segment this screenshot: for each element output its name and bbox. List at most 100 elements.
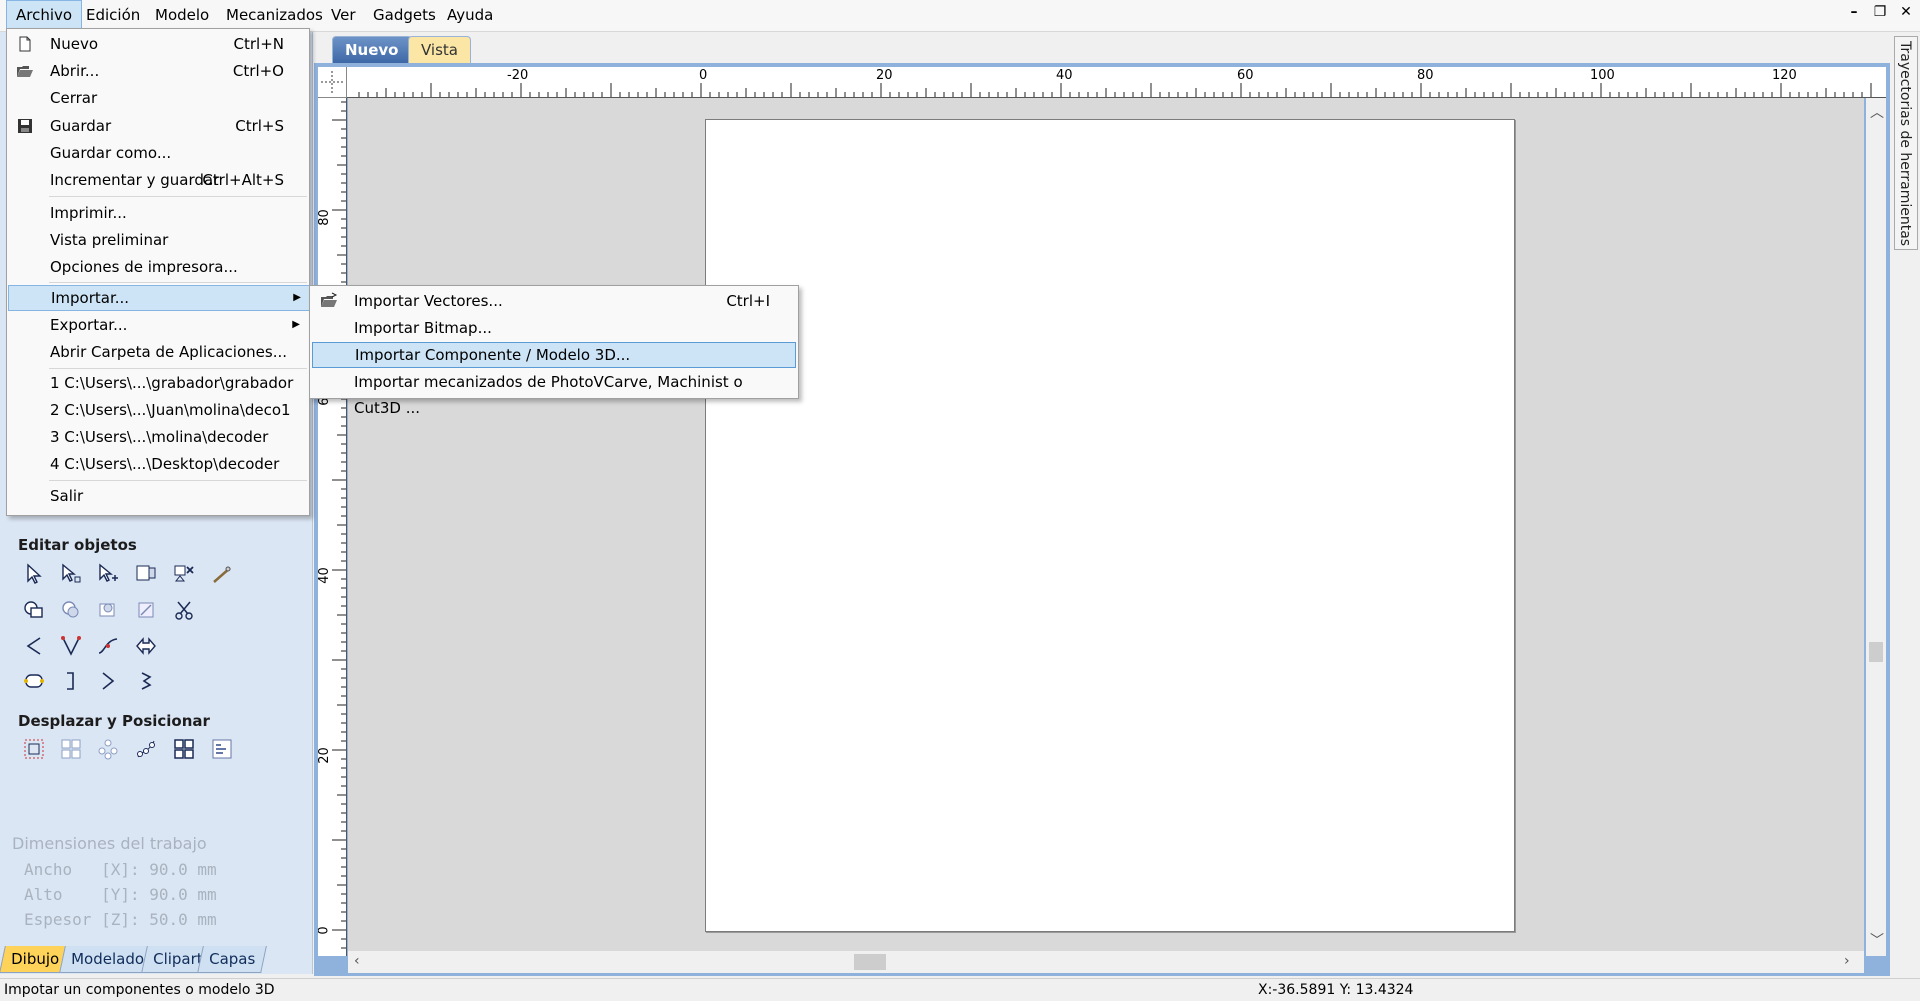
menu-item-recent-4[interactable]: 4 C:\Users\...\Desktop\decoder: [8, 451, 308, 477]
import-submenu: Importar Vectores... Ctrl+I Importar Bitm…: [309, 285, 799, 417]
offset-tool-icon[interactable]: [132, 596, 160, 624]
horizontal-scroll-thumb[interactable]: [854, 954, 886, 970]
menu-edicion[interactable]: Edición: [77, 0, 149, 31]
new-file-icon: [19, 36, 31, 52]
menu-item-salir[interactable]: Salir: [8, 483, 308, 509]
scroll-down-icon[interactable]: ﹀: [1870, 930, 1884, 950]
job-dimensions-title: Dimensiones del trabajo: [12, 834, 207, 853]
tab-nuevo[interactable]: Nuevo: [332, 36, 412, 63]
h-ruler-label: 120: [1772, 68, 1797, 83]
h-ruler-label: 40: [1056, 68, 1073, 83]
restore-button[interactable]: ❐: [1872, 4, 1888, 26]
edit-objects-title: Editar objetos: [18, 536, 137, 554]
menu-item-exportar[interactable]: Exportar... ▶: [8, 312, 308, 338]
h-ruler-label: 20: [876, 68, 893, 83]
scroll-left-icon[interactable]: ‹: [354, 953, 360, 969]
vertical-scroll-thumb[interactable]: [1869, 642, 1883, 662]
menu-modelo[interactable]: Modelo: [146, 0, 218, 31]
nesting-icon[interactable]: [170, 735, 198, 763]
join-vectors-icon[interactable]: [132, 632, 160, 660]
menu-separator: [49, 368, 307, 369]
menu-ver[interactable]: Ver: [322, 0, 365, 31]
menu-item-guardar[interactable]: Guardar Ctrl+S: [8, 113, 308, 139]
vertical-ruler-ticks: [332, 101, 346, 949]
v-ruler-label: 20: [318, 747, 332, 764]
cursor-coordinates: X:-36.5891 Y: 13.4324: [1258, 982, 1414, 998]
menu-item-recent-1[interactable]: 1 C:\Users\...\grabador\grabador: [8, 370, 308, 396]
vertical-ruler: 80 60 40 20 0: [318, 98, 347, 956]
h-ruler-label: 100: [1590, 68, 1615, 83]
delete-tool-icon[interactable]: [170, 560, 198, 588]
measure-tool-icon[interactable]: [208, 560, 236, 588]
scale-tool-icon[interactable]: [132, 560, 160, 588]
job-height: Alto [Y]: 90.0 mm: [24, 885, 217, 904]
v-ruler-label: 40: [318, 567, 332, 584]
copy-along-path-icon[interactable]: [132, 735, 160, 763]
minimize-button[interactable]: –: [1846, 4, 1862, 26]
vertical-scrollbar[interactable]: ︿ ﹀: [1866, 98, 1886, 956]
menu-gadgets[interactable]: Gadgets: [364, 0, 445, 31]
subtract-tool-icon[interactable]: [57, 596, 85, 624]
submenu-item-importar-vectores[interactable]: Importar Vectores... Ctrl+I: [312, 288, 794, 314]
weld-tool-icon[interactable]: [20, 596, 48, 624]
circular-array-icon[interactable]: [94, 735, 122, 763]
h-ruler-label: 80: [1417, 68, 1434, 83]
array-copy-icon[interactable]: [57, 735, 85, 763]
extend-vector-icon[interactable]: [57, 667, 85, 695]
job-width: Ancho [X]: 90.0 mm: [24, 860, 217, 879]
arc-vector-icon[interactable]: [94, 667, 122, 695]
menu-archivo[interactable]: Archivo: [6, 0, 83, 31]
close-button[interactable]: ✕: [1898, 4, 1914, 26]
menu-item-recent-2[interactable]: 2 C:\Users\...\Juan\molina\deco1: [8, 397, 308, 423]
menu-separator: [49, 282, 307, 283]
menu-ayuda[interactable]: Ayuda: [438, 0, 502, 31]
menu-item-nuevo[interactable]: Nuevo Ctrl+N: [8, 31, 308, 57]
align-selection-icon[interactable]: [20, 735, 48, 763]
status-message: Impotar un componentes o modelo 3D: [4, 982, 275, 998]
zigzag-vector-icon[interactable]: [132, 667, 160, 695]
select-tool-icon[interactable]: [20, 560, 48, 588]
v-ruler-label: 80: [318, 209, 332, 226]
transform-tool-icon[interactable]: [94, 560, 122, 588]
smooth-curve-icon[interactable]: [94, 632, 122, 660]
node-edit-tool-icon[interactable]: [57, 560, 85, 588]
menu-item-imprimir[interactable]: Imprimir...: [8, 200, 308, 226]
material-sheet[interactable]: [705, 119, 1515, 932]
menu-mecanizados[interactable]: Mecanizados: [217, 0, 332, 31]
intersect-tool-icon[interactable]: [94, 596, 122, 624]
file-menu-dropdown: Nuevo Ctrl+N Abrir... Ctrl+O Cerrar Guarda…: [6, 28, 310, 516]
menu-item-cerrar[interactable]: Cerrar: [8, 85, 308, 111]
h-ruler-label: -20: [507, 68, 529, 83]
trim-tool-icon[interactable]: [170, 596, 198, 624]
menu-item-recent-3[interactable]: 3 C:\Users\...\molina\decoder: [8, 424, 308, 450]
menu-item-incrementar-guardar[interactable]: Incrementar y guardar Ctrl+Alt+S: [8, 167, 308, 193]
menu-item-opciones-impresora[interactable]: Opciones de impresora...: [8, 254, 308, 280]
menu-separator: [49, 196, 307, 197]
close-vector-icon[interactable]: [20, 667, 48, 695]
save-icon: [18, 119, 32, 133]
horizontal-scrollbar[interactable]: ‹ ›: [348, 951, 1864, 973]
h-ruler-label: 0: [699, 68, 708, 83]
menu-item-importar[interactable]: Importar... ▶: [8, 285, 310, 311]
menu-item-vista-preliminar[interactable]: Vista preliminar: [8, 227, 308, 253]
left-panel-tabs: Dibujo Modelado Clipart Capas: [0, 946, 312, 973]
toolpaths-dock-tab[interactable]: Trayectorias de herramientas: [1894, 36, 1918, 250]
tab-vista-3d[interactable]: Vista 3D: [408, 36, 471, 85]
submenu-item-importar-componente[interactable]: Importar Componente / Modelo 3D...: [312, 342, 796, 368]
auto-layout-icon[interactable]: [208, 735, 236, 763]
scroll-up-icon[interactable]: ︿: [1870, 102, 1884, 122]
v-ruler-label: 0: [318, 926, 332, 935]
submenu-item-importar-mecanizados[interactable]: Importar mecanizados de PhotoVCarve, Mac…: [312, 369, 794, 417]
horizontal-ruler-ticks: [358, 83, 1872, 97]
menu-item-abrir[interactable]: Abrir... Ctrl+O: [8, 58, 308, 84]
menu-item-abrir-carpeta[interactable]: Abrir Carpeta de Aplicaciones...: [8, 339, 308, 365]
scroll-right-icon[interactable]: ›: [1844, 953, 1850, 969]
h-ruler-label: 60: [1237, 68, 1254, 83]
horizontal-ruler: -20 0 20 40 60 80 100 120: [347, 67, 1886, 98]
curve-tool-icon[interactable]: [20, 632, 48, 660]
ruler-corner[interactable]: [318, 67, 347, 98]
tab-capas[interactable]: Capas: [197, 946, 268, 973]
submenu-item-importar-bitmap[interactable]: Importar Bitmap...: [312, 315, 794, 341]
fillet-tool-icon[interactable]: [57, 632, 85, 660]
menu-item-guardar-como[interactable]: Guardar como...: [8, 140, 308, 166]
